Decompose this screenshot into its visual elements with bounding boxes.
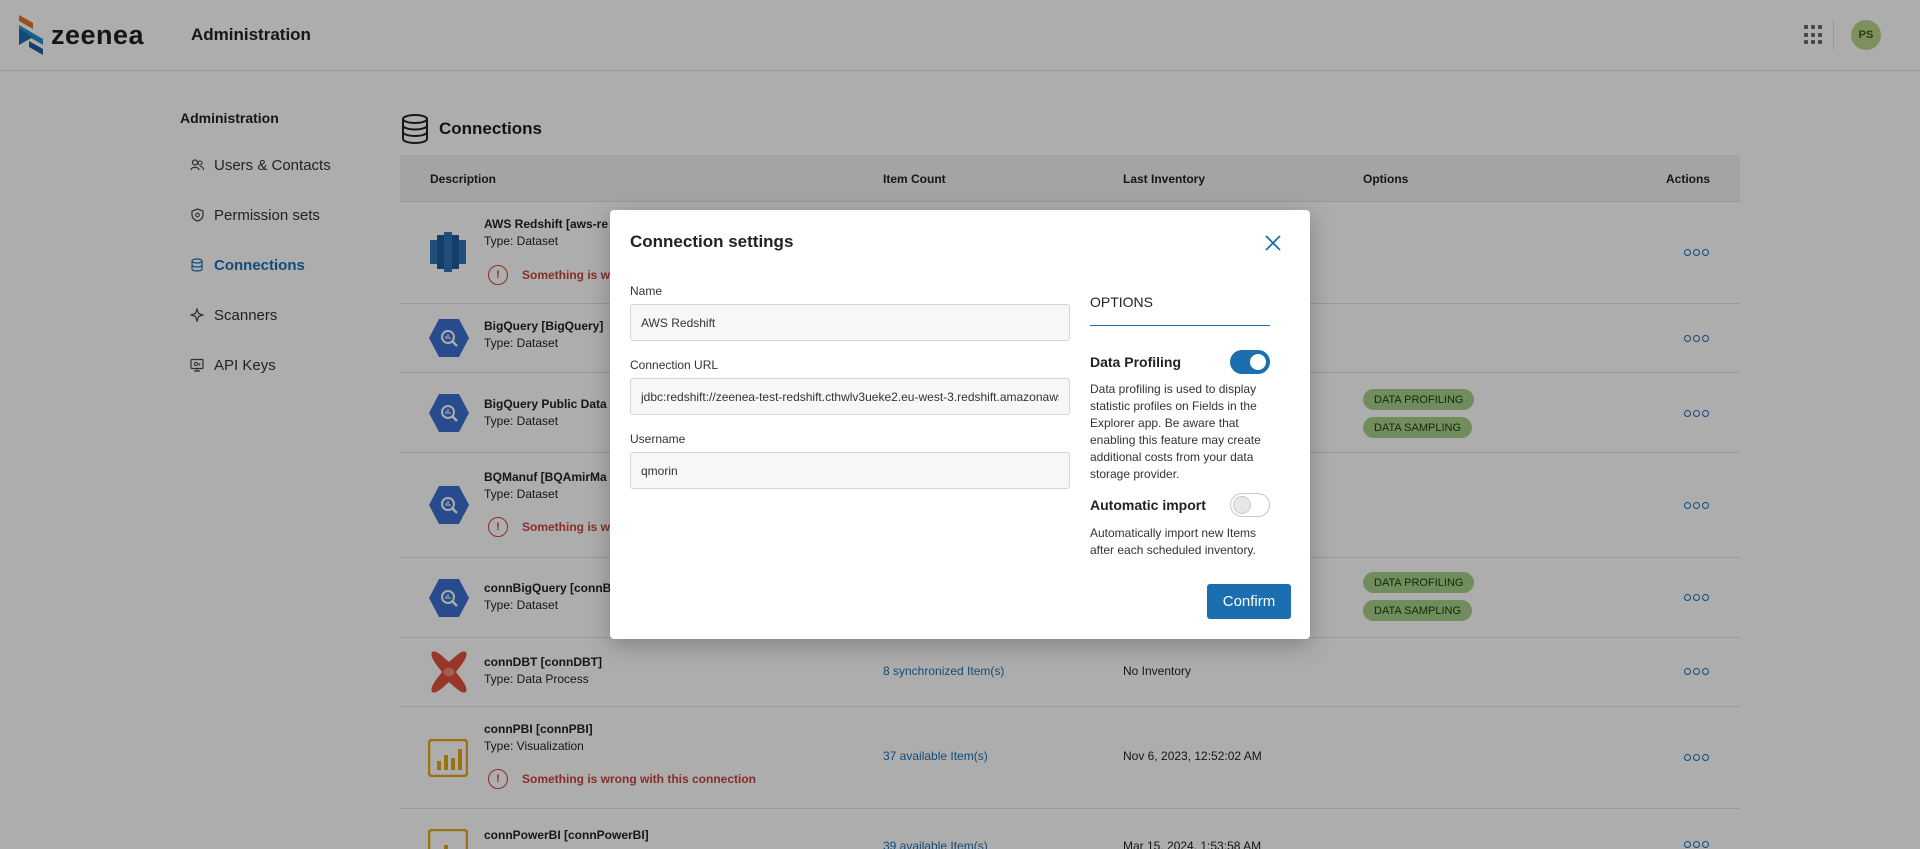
- connection-settings-dialog: Connection settings Name Connection URL …: [610, 210, 1310, 639]
- name-label: Name: [630, 284, 663, 298]
- data-profiling-label: Data Profiling: [1090, 354, 1182, 370]
- connection-url-label: Connection URL: [630, 358, 719, 372]
- automatic-import-toggle[interactable]: [1230, 493, 1270, 517]
- options-title: OPTIONS: [1090, 294, 1154, 310]
- data-profiling-toggle[interactable]: [1230, 350, 1270, 374]
- username-label: Username: [630, 432, 686, 446]
- confirm-button[interactable]: Confirm: [1207, 584, 1291, 619]
- dialog-title: Connection settings: [630, 232, 794, 251]
- connection-url-input[interactable]: [630, 378, 1070, 415]
- automatic-import-label: Automatic import: [1090, 497, 1206, 513]
- username-input[interactable]: [630, 452, 1070, 489]
- name-input[interactable]: [630, 304, 1070, 341]
- close-icon[interactable]: [1264, 234, 1282, 252]
- automatic-import-description: Automatically import new Items after eac…: [1090, 526, 1257, 557]
- data-profiling-description: Data profiling is used to display statis…: [1090, 382, 1261, 481]
- options-underline: [1090, 325, 1270, 326]
